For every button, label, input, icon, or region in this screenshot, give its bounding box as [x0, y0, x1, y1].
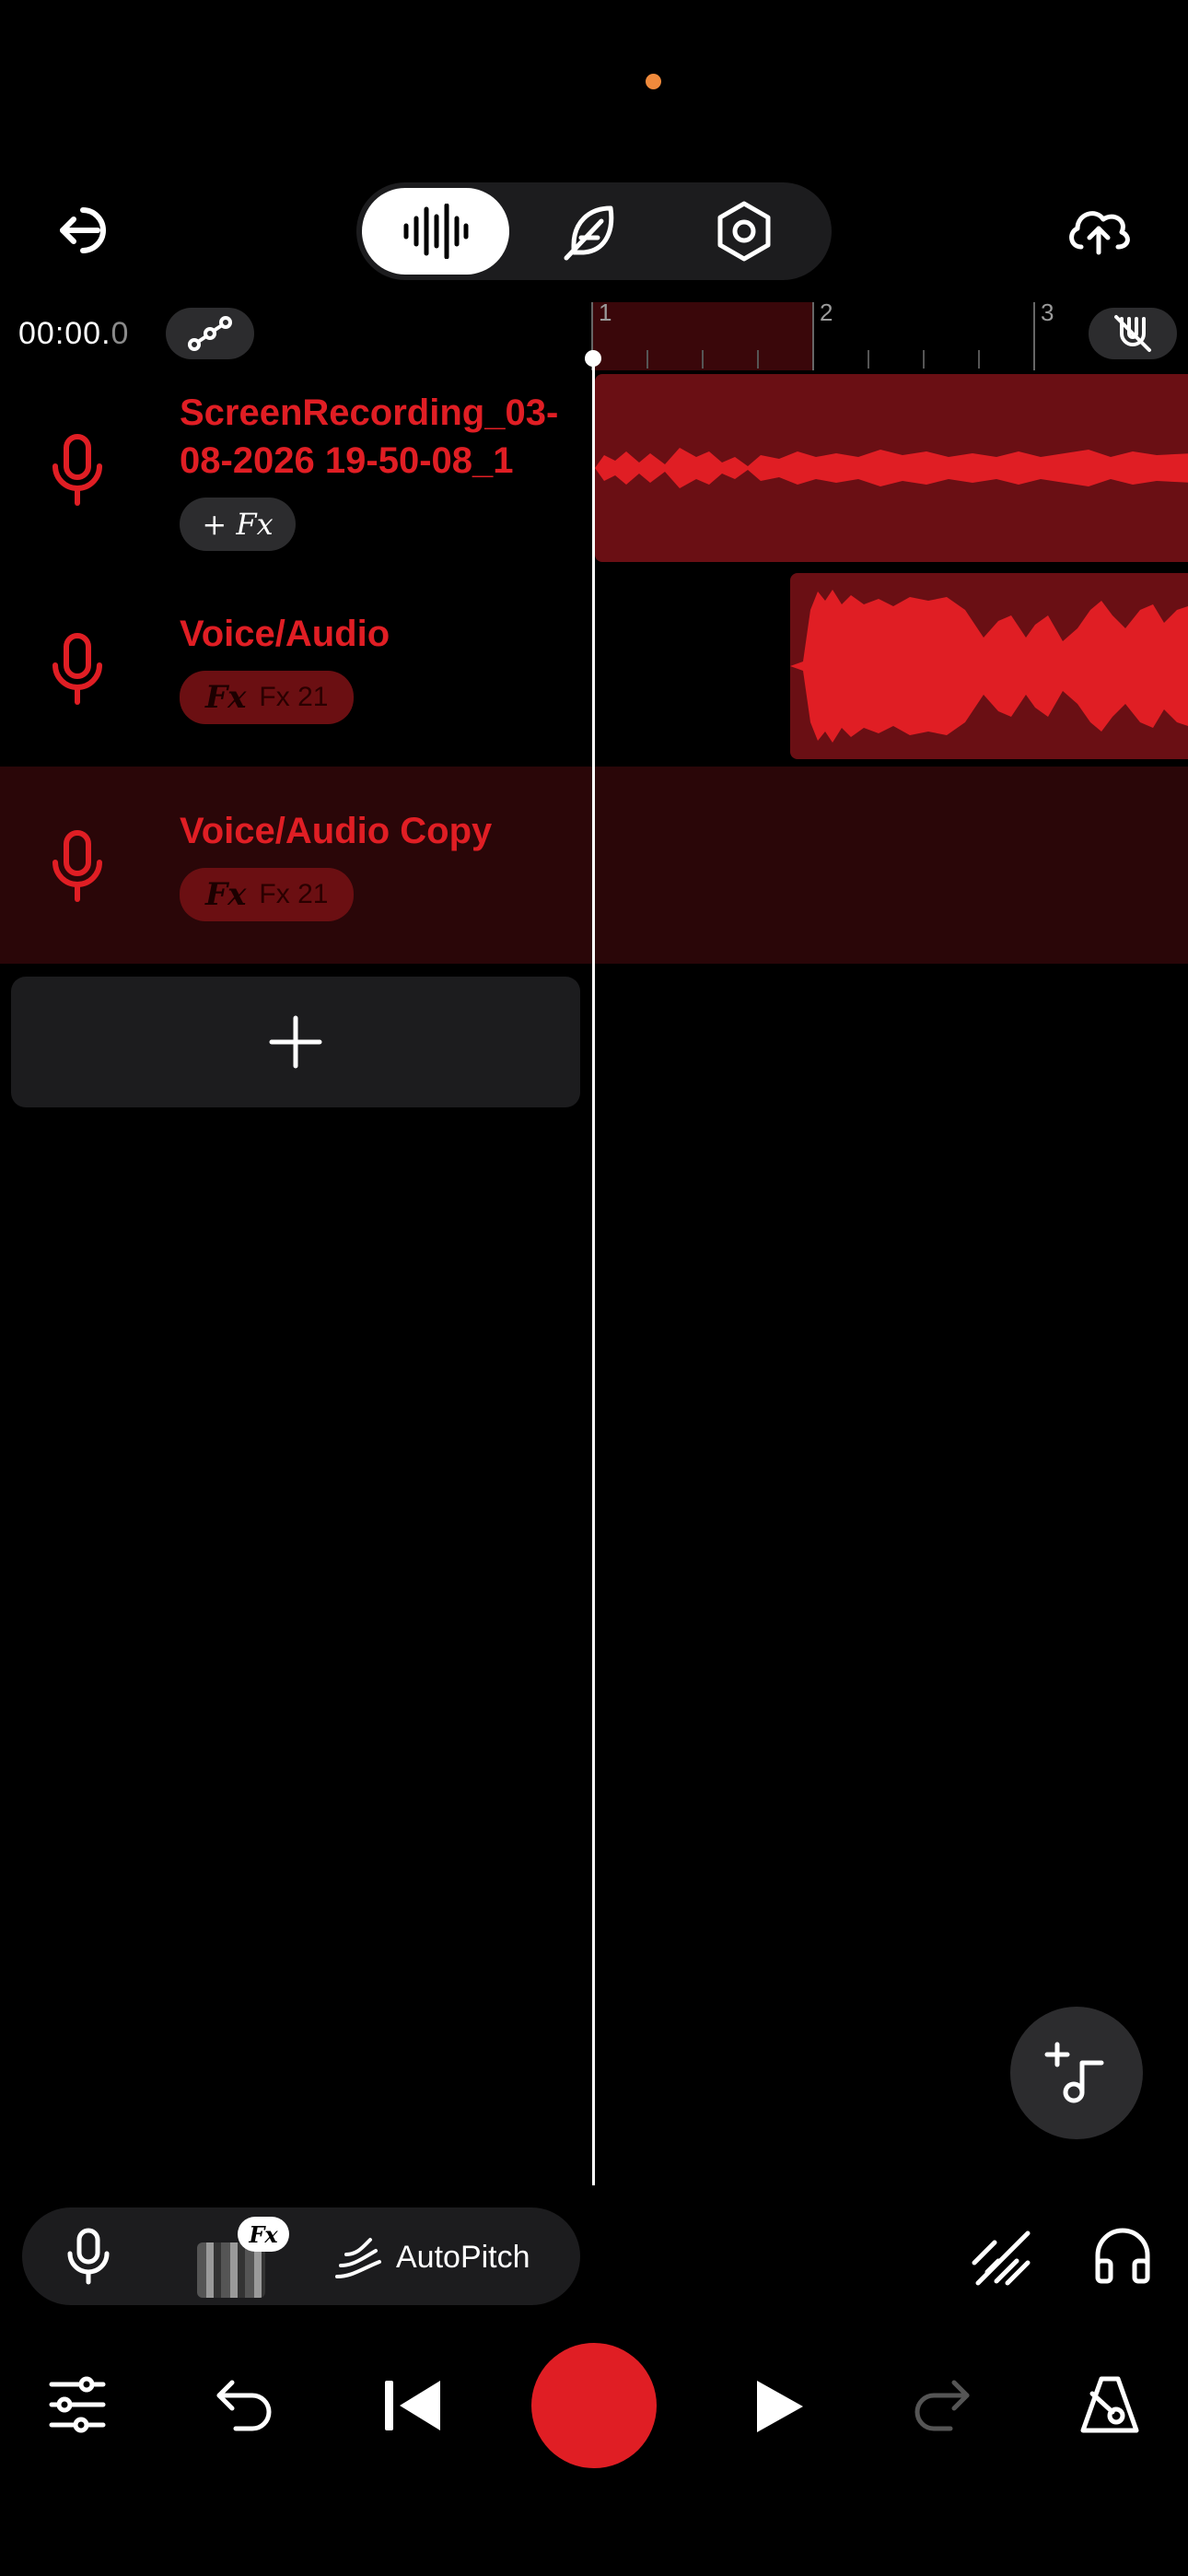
time-main: 00:00.	[18, 316, 111, 351]
track-title: Voice/Audio Copy	[180, 811, 493, 851]
skip-to-start-icon[interactable]	[381, 2377, 444, 2434]
bar-marker-2	[812, 302, 814, 370]
microphone-icon	[50, 829, 105, 903]
fx-badge[interactable]: Fx Fx 21	[180, 671, 355, 724]
bar-marker-3	[1033, 302, 1035, 370]
hex-settings-icon	[715, 200, 774, 263]
add-music-note-icon	[1044, 2041, 1109, 2105]
beat-tick	[978, 350, 980, 369]
magnet-off-icon	[1112, 313, 1153, 354]
bar-label-1: 1	[599, 299, 612, 326]
beat-tick	[702, 350, 704, 369]
fx-glyph: Fx	[205, 876, 247, 913]
fx-tag: Fx	[238, 2217, 289, 2252]
bar-label-3: 3	[1041, 299, 1054, 326]
autopitch-waves-icon	[333, 2234, 383, 2280]
tab-feather[interactable]	[522, 188, 660, 275]
clip-waveform	[790, 590, 1188, 743]
waveform-icon	[402, 204, 470, 259]
beat-tick	[646, 350, 648, 369]
bar-label-2: 2	[820, 299, 833, 326]
fx-rack-button[interactable]: Fx	[197, 2217, 289, 2298]
exit-arrow-icon[interactable]	[57, 203, 118, 258]
redo-icon[interactable]	[912, 2377, 973, 2432]
track-title: Voice/Audio	[180, 614, 390, 654]
play-icon[interactable]	[753, 2377, 805, 2436]
fx-badge[interactable]: Fx Fx 21	[180, 868, 355, 921]
view-tab-switcher	[356, 182, 832, 280]
node-curve-icon	[187, 315, 233, 352]
track-row[interactable]: ScreenRecording_03-08-2026 19-50-08_1 + …	[0, 376, 591, 569]
track-row[interactable]: Voice/Audio Fx Fx 21	[0, 571, 591, 765]
time-readout: 00:00.0	[18, 313, 129, 354]
fx-preset-label: Fx 21	[259, 879, 329, 909]
add-fx-label: + Fx	[202, 507, 274, 542]
tab-waveform[interactable]	[362, 188, 509, 275]
clip-waveform	[595, 448, 1188, 488]
metronome-icon[interactable]	[1079, 2373, 1140, 2436]
fx-tag-label: Fx	[249, 2220, 278, 2248]
status-indicator-dot	[646, 74, 661, 89]
microphone-button[interactable]	[66, 2228, 111, 2285]
mixer-sliders-icon[interactable]	[48, 2375, 107, 2434]
cloud-upload-icon[interactable]	[1065, 205, 1133, 256]
autopitch-label: AutoPitch	[396, 2239, 530, 2275]
snap-toggle-button[interactable]	[1089, 308, 1177, 359]
beat-tick	[868, 350, 869, 369]
beat-tick	[757, 350, 759, 369]
add-track-button[interactable]	[11, 977, 580, 1107]
time-fraction: 0	[111, 316, 130, 351]
autopitch-button[interactable]: AutoPitch	[333, 2231, 530, 2283]
add-music-button[interactable]	[1010, 2007, 1143, 2139]
plus-icon	[268, 1014, 323, 1070]
headphones-icon[interactable]	[1092, 2224, 1153, 2285]
microphone-icon	[50, 632, 105, 706]
audio-clip[interactable]	[790, 573, 1188, 759]
playhead-handle[interactable]	[585, 350, 601, 367]
automation-button[interactable]	[166, 308, 254, 359]
feather-icon	[561, 201, 622, 262]
microphone-icon	[50, 433, 105, 507]
undo-icon[interactable]	[214, 2377, 274, 2432]
recording-toolbar: Fx AutoPitch	[22, 2207, 580, 2305]
fx-glyph: Fx	[205, 679, 247, 716]
playhead-line[interactable]	[592, 357, 595, 2185]
record-button[interactable]	[531, 2343, 657, 2468]
track-title: ScreenRecording_03-08-2026 19-50-08_1	[180, 392, 559, 481]
tab-settings[interactable]	[675, 188, 813, 275]
audio-clip[interactable]	[595, 374, 1188, 562]
add-fx-button[interactable]: + Fx	[180, 498, 296, 551]
tuner-icon[interactable]	[971, 2226, 1031, 2287]
beat-tick	[923, 350, 925, 369]
fx-preset-label: Fx 21	[259, 682, 329, 712]
